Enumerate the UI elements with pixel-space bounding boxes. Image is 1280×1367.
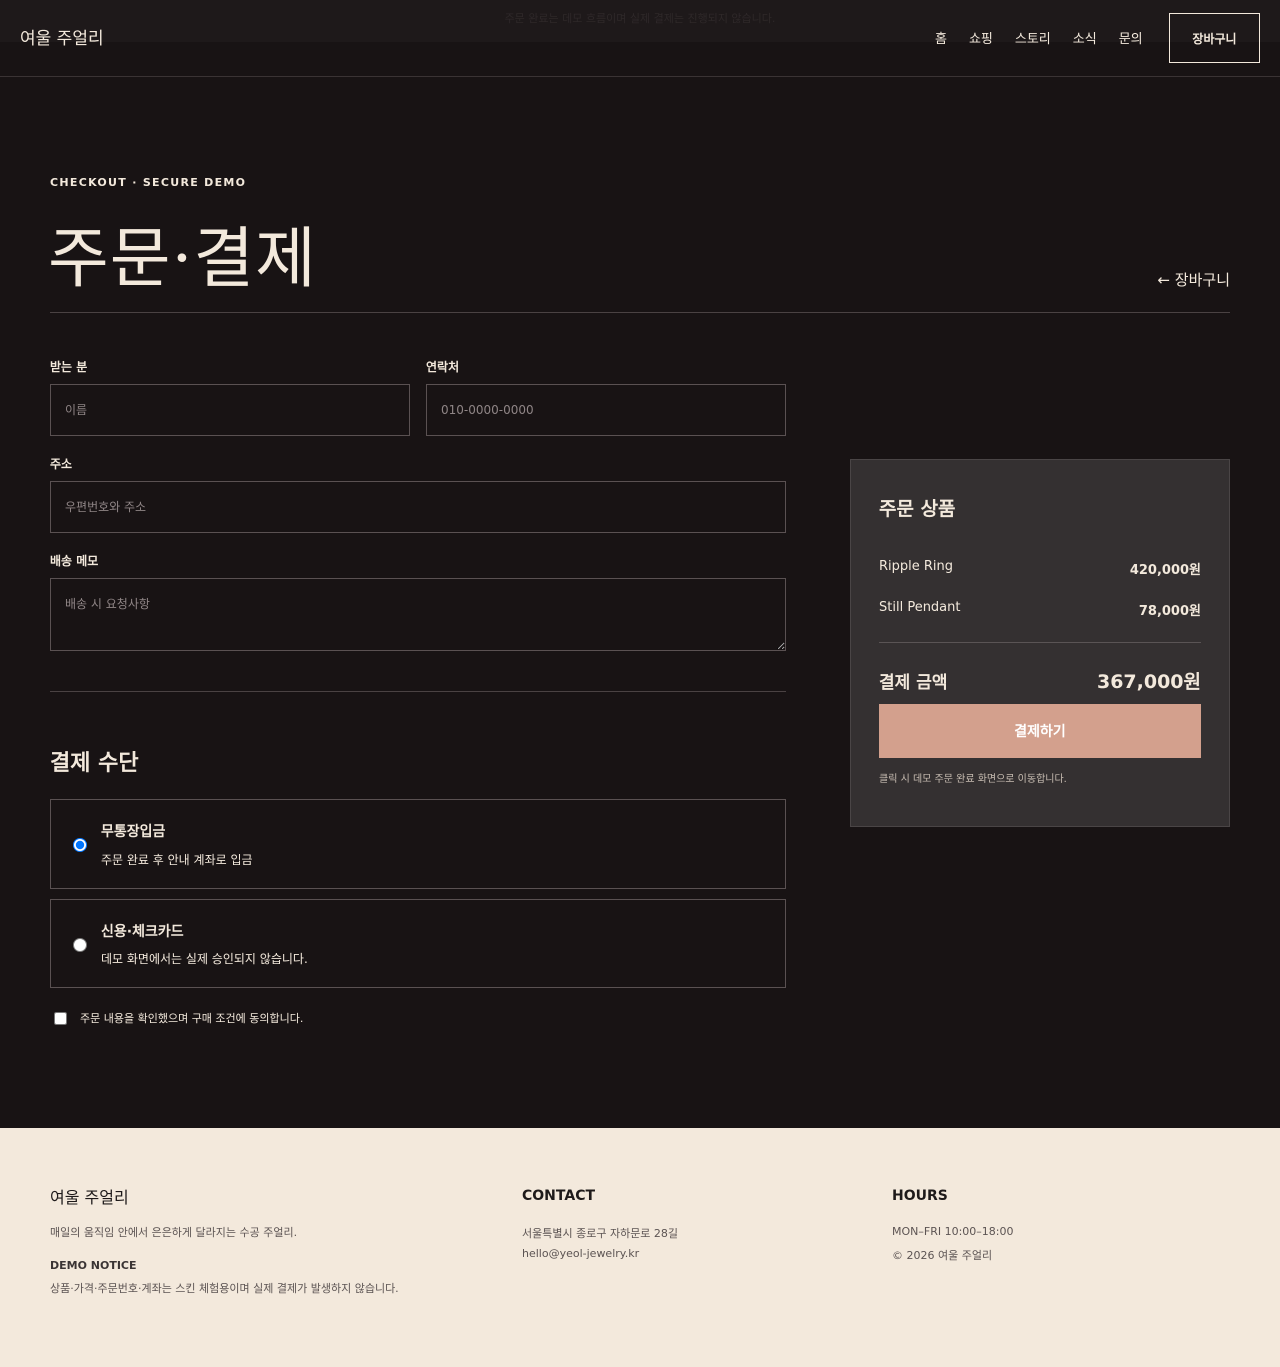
payment-option-desc: 주문 완료 후 안내 계좌로 입금 (101, 853, 253, 867)
summary-note: 클릭 시 데모 주문 완료 화면으로 이동합니다. (879, 774, 1067, 785)
phone-label: 연락처 (426, 360, 460, 374)
demo-notice-text: 상품·가격·주문번호·계좌는 스킨 체험용이며 실제 결제가 발생하지 않습니다… (50, 1282, 399, 1295)
item-name: Still Pendant (879, 600, 961, 615)
form-divider (50, 691, 786, 692)
page-title: 주문·결제 (48, 220, 317, 297)
item-name: Ripple Ring (879, 559, 954, 574)
nav-contact[interactable]: 문의 (1119, 28, 1143, 47)
pay-button[interactable]: 결제하기 (879, 704, 1201, 758)
payment-option-title: 신용·체크카드 (101, 924, 184, 940)
hours-heading: HOURS (892, 1188, 948, 1204)
site-footer: 여울 주얼리 매일의 움직임 안에서 은은하게 달라지는 수공 주얼리. DEM… (0, 1128, 1280, 1367)
address-label: 주소 (50, 457, 73, 471)
footer-brand: 여울 주얼리 (50, 1188, 129, 1207)
total-row: 결제 금액 367,000원 (879, 667, 1201, 694)
summary-item: Still Pendant 78,000원 (879, 600, 1201, 619)
copyright: © 2026 여울 주얼리 (892, 1249, 993, 1262)
item-price: 420,000원 (1129, 563, 1201, 578)
payment-option-card[interactable]: 신용·체크카드 데모 화면에서는 실제 승인되지 않습니다. (50, 899, 786, 988)
main-nav: 홈 쇼핑 스토리 소식 문의 (935, 28, 1165, 47)
nav-shop[interactable]: 쇼핑 (969, 28, 993, 47)
total-value: 367,000원 (1096, 671, 1201, 693)
payment-section-title: 결제 수단 (50, 751, 139, 776)
contact-email[interactable]: hello@yeol-jewelry.kr (522, 1247, 639, 1260)
bank-transfer-radio[interactable] (73, 838, 87, 852)
summary-item: Ripple Ring 420,000원 (879, 559, 1201, 578)
recipient-label: 받는 분 (50, 360, 88, 374)
payment-option-title: 무통장입금 (101, 824, 166, 840)
agree-checkbox[interactable] (54, 1011, 67, 1025)
site-header: 주문 완료는 데모 흐름이며 실제 결제는 진행되지 않습니다. 여울 주얼리 … (0, 0, 1280, 77)
hours-text: MON–FRI 10:00–18:00 (892, 1225, 1014, 1238)
agree-terms[interactable]: 주문 내용을 확인했으며 구매 조건에 동의합니다. (54, 1010, 303, 1026)
contact-address: 서울특별시 종로구 자하문로 28길 (522, 1227, 679, 1240)
memo-label: 배송 메모 (50, 554, 99, 568)
item-price: 78,000원 (1138, 604, 1201, 619)
summary-divider (879, 642, 1201, 643)
footer-description: 매일의 움직임 안에서 은은하게 달라지는 수공 주얼리. (50, 1226, 298, 1239)
demo-notice-title: DEMO NOTICE (50, 1259, 137, 1272)
payment-option-desc: 데모 화면에서는 실제 승인되지 않습니다. (101, 952, 308, 966)
phone-input[interactable] (426, 384, 786, 436)
recipient-input[interactable] (50, 384, 410, 436)
agree-label: 주문 내용을 확인했으며 구매 조건에 동의합니다. (80, 1012, 304, 1025)
nav-home[interactable]: 홈 (935, 28, 947, 47)
payment-option-bank[interactable]: 무통장입금 주문 완료 후 안내 계좌로 입금 (50, 799, 786, 889)
address-input[interactable] (50, 481, 786, 533)
title-divider (50, 312, 1230, 313)
card-radio[interactable] (73, 938, 87, 952)
memo-textarea[interactable] (50, 578, 786, 651)
order-summary: 주문 상품 Ripple Ring 420,000원 Still Pendant… (850, 459, 1230, 827)
summary-title: 주문 상품 (879, 498, 956, 520)
nav-story[interactable]: 스토리 (1015, 28, 1051, 47)
page-eyebrow: CHECKOUT · SECURE DEMO (50, 176, 247, 189)
cart-button[interactable]: 장바구니 (1169, 13, 1260, 63)
back-to-cart-link[interactable]: ← 장바구니 (1157, 269, 1230, 290)
nav-news[interactable]: 소식 (1073, 28, 1097, 47)
contact-heading: CONTACT (522, 1188, 596, 1204)
total-label: 결제 금액 (879, 673, 948, 693)
brand-logo[interactable]: 여울 주얼리 (20, 24, 104, 49)
